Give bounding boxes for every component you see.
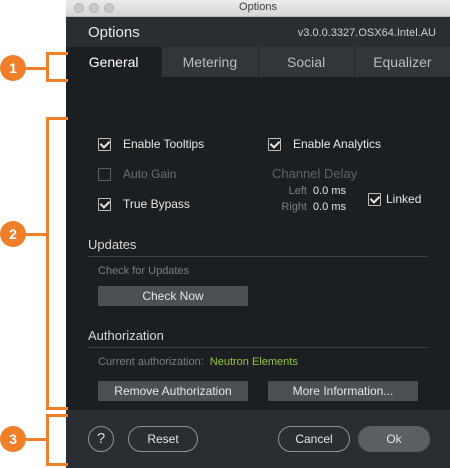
- channel-delay-right-label: Right: [281, 201, 307, 213]
- reset-button[interactable]: Reset: [128, 426, 198, 452]
- version-label: v3.0.0.3327.OSX64.Intel.AU: [297, 27, 436, 39]
- auto-gain-label: Auto Gain: [123, 167, 177, 181]
- more-information-button[interactable]: More Information...: [268, 381, 418, 401]
- current-authorization-value: Neutron Elements: [209, 356, 298, 368]
- tab-social[interactable]: Social: [257, 47, 354, 77]
- checkbox-checked-icon: [98, 137, 111, 151]
- authorization-title: Authorization: [88, 328, 164, 343]
- title-bar: Options: [66, 0, 450, 17]
- channel-delay-left-label: Left: [288, 185, 307, 197]
- channel-delay-left-value[interactable]: 0.0 ms: [313, 185, 346, 197]
- auto-gain-checkbox[interactable]: Auto Gain: [98, 167, 176, 181]
- check-for-updates-label: Check for Updates: [98, 265, 190, 277]
- linked-checkbox[interactable]: Linked: [368, 192, 421, 206]
- true-bypass-label: True Bypass: [123, 197, 190, 211]
- callout-bracket-1-top: [46, 52, 68, 55]
- page-title: Options: [88, 24, 140, 41]
- channel-delay-right-value[interactable]: 0.0 ms: [313, 201, 346, 213]
- enable-analytics-checkbox[interactable]: Enable Analytics: [268, 137, 381, 151]
- general-panel: Enable Tooltips Enable Analytics Auto Ga…: [66, 77, 450, 410]
- enable-analytics-label: Enable Analytics: [293, 137, 382, 151]
- callout-bracket-1: [46, 52, 49, 82]
- tab-bar: General Metering Social Equalizer: [66, 47, 450, 77]
- callout-connector-3: [26, 438, 46, 441]
- updates-title: Updates: [88, 237, 137, 252]
- checkbox-unchecked-icon: [98, 167, 111, 181]
- current-authorization-label: Current authorization:: [98, 356, 204, 368]
- callout-badge-3: 3: [0, 426, 26, 452]
- cancel-button[interactable]: Cancel: [278, 426, 350, 452]
- ok-button[interactable]: Ok: [358, 426, 430, 452]
- callout-badge-2: 2: [0, 221, 26, 247]
- enable-tooltips-checkbox[interactable]: Enable Tooltips: [98, 137, 204, 151]
- checkbox-checked-icon: [98, 197, 111, 211]
- tab-general[interactable]: General: [66, 47, 162, 77]
- checkbox-checked-icon: [368, 192, 381, 206]
- window-title: Options: [239, 1, 277, 13]
- options-window: Options Options v3.0.0.3327.OSX64.Intel.…: [66, 0, 450, 468]
- help-icon[interactable]: ?: [88, 426, 114, 452]
- linked-label: Linked: [386, 192, 422, 206]
- callout-bracket-2: [46, 117, 49, 410]
- authorization-divider: [88, 347, 428, 348]
- remove-authorization-button[interactable]: Remove Authorization: [98, 381, 248, 401]
- callout-bracket-3: [46, 414, 49, 466]
- callout-bracket-2-bottom: [46, 407, 68, 410]
- check-now-button[interactable]: Check Now: [98, 286, 248, 306]
- true-bypass-checkbox[interactable]: True Bypass: [98, 197, 190, 211]
- channel-delay-left-row: Left 0.0 ms: [280, 185, 346, 197]
- footer-bar: ? Reset Cancel Ok: [66, 410, 450, 468]
- tab-equalizer[interactable]: Equalizer: [353, 47, 450, 77]
- callout-bracket-3-top: [46, 414, 68, 417]
- callout-connector-1: [26, 67, 46, 70]
- channel-delay-right-row: Right 0.0 ms: [280, 201, 346, 213]
- callout-badge-1: 1: [0, 55, 26, 81]
- options-header: Options v3.0.0.3327.OSX64.Intel.AU: [66, 17, 450, 47]
- current-authorization-row: Current authorization: Neutron Elements: [98, 356, 298, 368]
- callout-bracket-3-bottom: [46, 463, 68, 466]
- updates-divider: [88, 256, 428, 257]
- checkbox-checked-icon: [268, 137, 281, 151]
- channel-delay-title: Channel Delay: [272, 166, 358, 181]
- enable-tooltips-label: Enable Tooltips: [123, 137, 205, 151]
- tab-metering[interactable]: Metering: [161, 47, 258, 77]
- callout-bracket-1-bottom: [46, 79, 68, 82]
- callout-bracket-2-top: [46, 117, 68, 120]
- callout-connector-2: [26, 233, 46, 236]
